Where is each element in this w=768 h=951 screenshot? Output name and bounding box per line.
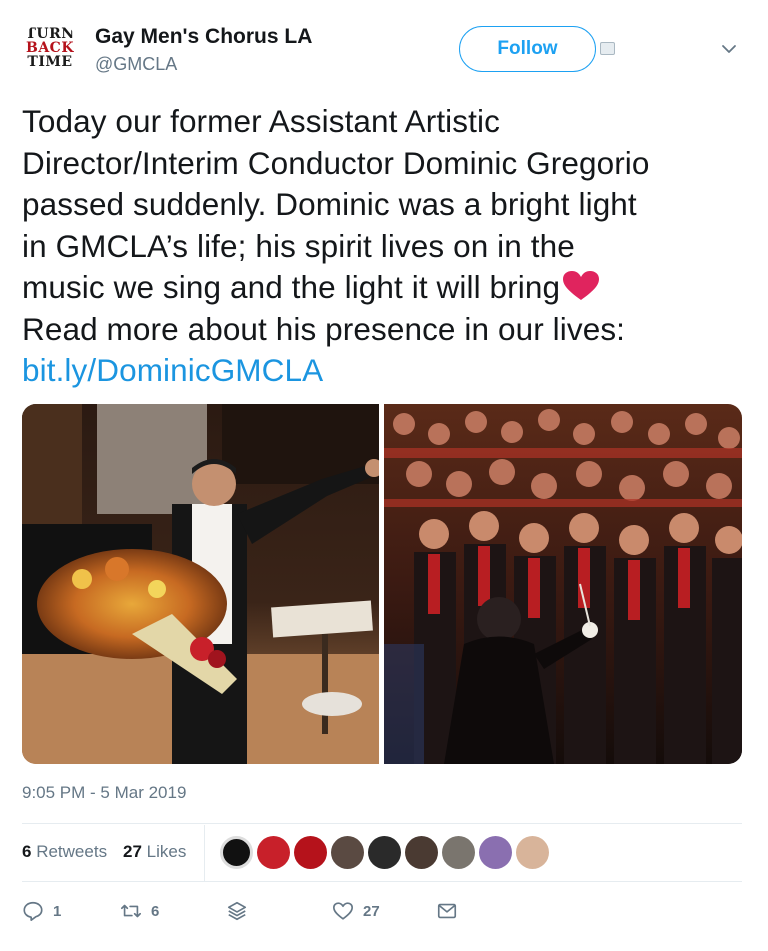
layers-icon (227, 901, 247, 921)
reply-count: 1 (53, 902, 62, 920)
liker-avatar[interactable] (294, 836, 327, 869)
photo-conductor-bowing[interactable] (22, 404, 379, 764)
follow-button[interactable]: Follow (459, 26, 596, 72)
retweet-count: 6 (151, 902, 160, 920)
tweet-header: TURN BACK TIME Gay Men's Chorus LA @GMCL… (0, 0, 768, 95)
retweet-icon (121, 904, 141, 918)
reply-button[interactable]: 1 (22, 893, 61, 929)
direct-message-icon[interactable] (600, 42, 615, 55)
liker-avatar[interactable] (368, 836, 401, 869)
divider (22, 823, 742, 824)
liker-avatar[interactable] (442, 836, 475, 869)
retweet-button[interactable]: 6 (120, 893, 159, 929)
direct-message-button[interactable] (436, 893, 458, 929)
avatar-line-1: TURN (25, 26, 75, 42)
account-handle[interactable]: @GMCLA (95, 54, 177, 75)
avatar[interactable]: TURN BACK TIME (22, 20, 78, 76)
tweet-link[interactable]: bit.ly/DominicGMCLA (22, 350, 752, 392)
tweet-line: Read more about his presence in our live… (22, 310, 626, 347)
liker-avatar[interactable] (331, 836, 364, 869)
tweet-actions: 1 6 27 (22, 893, 742, 929)
stats-separator (204, 825, 205, 881)
divider (22, 881, 742, 882)
tweet-line: Director/Interim Conductor Dominic Grego… (22, 144, 650, 181)
heart-outline-icon (333, 902, 353, 920)
retweets-count: 6 (22, 842, 32, 861)
tweet-line-with-emoji: music we sing and the light it will brin… (22, 267, 752, 309)
chevron-down-icon[interactable] (720, 42, 738, 56)
likes-stat[interactable]: 27 Likes (123, 842, 186, 862)
like-button[interactable]: 27 (332, 893, 380, 929)
avatar-line-3: TIME (27, 54, 73, 70)
liker-avatar[interactable] (405, 836, 438, 869)
tweet-line: in GMCLA’s life; his spirit lives on in … (22, 227, 575, 264)
reply-icon (23, 901, 43, 921)
retweets-stat[interactable]: 6 Retweets (22, 842, 107, 862)
liker-avatar[interactable] (479, 836, 512, 869)
tweet-line: music we sing and the light it will brin… (22, 269, 561, 305)
tweet-line: passed suddenly. Dominic was a bright li… (22, 186, 637, 222)
like-count: 27 (363, 902, 380, 920)
red-heart-emoji-icon (563, 271, 600, 300)
tweet-media[interactable] (22, 404, 742, 764)
liker-avatar[interactable] (220, 836, 253, 869)
liker-avatar[interactable] (516, 836, 549, 869)
account-name[interactable]: Gay Men's Chorus LA (95, 25, 312, 49)
tweet-stats: 6 Retweets 27 Likes (22, 825, 742, 881)
tweet-text: Today our former Assistant Artistic Dire… (22, 101, 752, 392)
retweets-label: Retweets (36, 842, 108, 861)
liker-avatar[interactable] (257, 836, 290, 869)
photo-chorus-performing[interactable] (384, 404, 742, 764)
stack-button[interactable] (226, 893, 248, 929)
tweet-timestamp[interactable]: 9:05 PM - 5 Mar 2019 (22, 783, 186, 803)
likes-label: Likes (146, 842, 187, 861)
avatar-line-2: BACK (25, 40, 74, 56)
envelope-icon (437, 903, 457, 919)
tweet-line: Today our former Assistant Artistic (22, 103, 500, 139)
likes-count: 27 (123, 842, 142, 861)
